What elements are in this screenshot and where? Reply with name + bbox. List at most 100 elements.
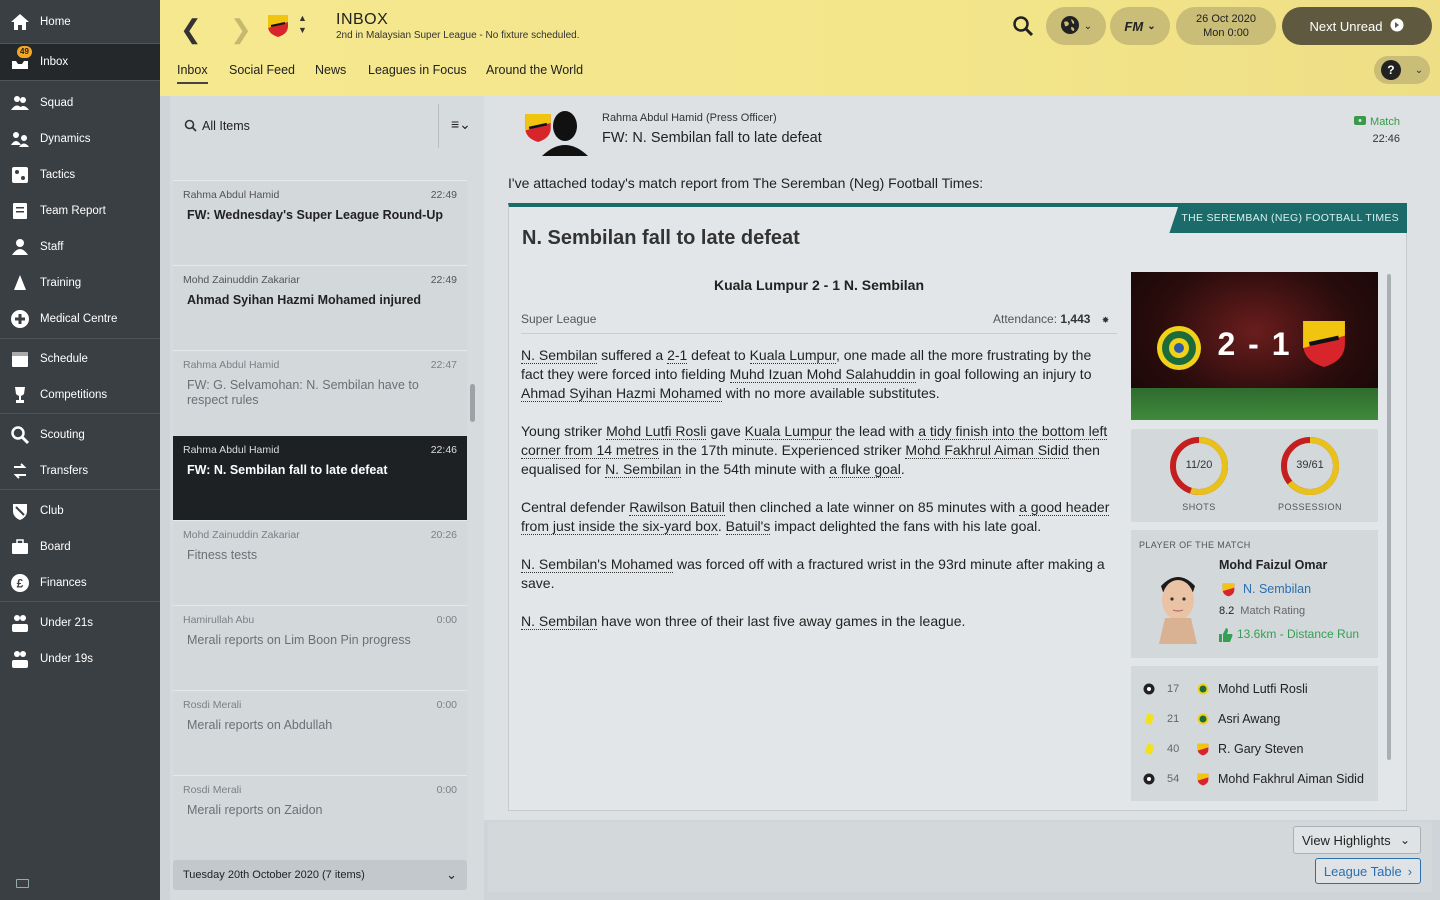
sidebar-item-label: Schedule	[40, 353, 88, 365]
sidebar-item-under-21s[interactable]: Under 21s	[0, 605, 160, 641]
possession-label: POSSESSION	[1277, 502, 1343, 512]
sidebar-item-board[interactable]: Board	[0, 529, 160, 565]
sidebar-item-competitions[interactable]: Competitions	[0, 377, 160, 413]
yellow-card-icon	[1143, 713, 1155, 725]
report-paragraph: N. Sembilan suffered a 2-1 defeat to Kua…	[521, 347, 1092, 402]
message-time: 22:46	[1372, 133, 1400, 145]
list-item[interactable]: Rosdi Merali 0:00 Merali reports on Abdu…	[173, 690, 467, 775]
action-bar: View Highlights ⌄ League Table ›	[488, 822, 1432, 892]
list-options-icon[interactable]: ≡⌄	[451, 116, 471, 133]
transfers-icon	[0, 453, 40, 489]
sidebar-item-staff[interactable]: Staff	[0, 229, 160, 265]
message-time: 22:47	[430, 359, 457, 371]
page-subtitle: 2nd in Malaysian Super League - No fixtu…	[336, 30, 580, 41]
sidebar-item-home[interactable]: Home	[0, 4, 160, 40]
league-table-button[interactable]: League Table ›	[1315, 858, 1421, 884]
negeri-sembilan-crest-icon	[1197, 773, 1209, 786]
possession-value: 39/61	[1296, 459, 1324, 471]
report-headline: N. Sembilan fall to late defeat	[522, 227, 800, 249]
list-item[interactable]: Mohd Zainuddin Zakariar 20:26 Fitness te…	[173, 520, 467, 605]
chevron-down-icon: ⌄	[446, 867, 457, 882]
tab-news[interactable]: News	[315, 63, 346, 77]
sidebar-item-under-19s[interactable]: Under 19s	[0, 641, 160, 677]
message-time: 0:00	[436, 699, 457, 711]
message-detail: Rahma Abdul Hamid (Press Officer) FW: N.…	[484, 96, 1440, 820]
sidebar-collapse-icon[interactable]	[16, 879, 29, 888]
message-time: 20:26	[430, 529, 457, 541]
under21-icon	[0, 605, 40, 641]
sidebar-item-inbox[interactable]: 49 Inbox	[0, 44, 160, 80]
player-of-the-match: PLAYER OF THE MATCH Mohd Faizul Omar N. …	[1131, 530, 1378, 658]
world-menu-button[interactable]: ⌄	[1046, 7, 1106, 45]
message-subject: Merali reports on Abdullah	[187, 718, 333, 732]
fm-menu-button[interactable]: FM ⌄	[1110, 7, 1170, 45]
potm-name[interactable]: Mohd Faizul Omar	[1219, 558, 1327, 572]
sidebar-item-scouting[interactable]: Scouting	[0, 417, 160, 453]
message-time: 22:49	[430, 189, 457, 201]
day-group-header[interactable]: Tuesday 20th October 2020 (7 items) ⌄	[173, 860, 467, 890]
arrow-right-circle-icon	[1390, 18, 1404, 35]
view-highlights-button[interactable]: View Highlights ⌄	[1293, 826, 1421, 854]
report-paragraph: N. Sembilan have won three of their last…	[521, 613, 966, 630]
back-arrow-icon[interactable]: ❮	[180, 14, 202, 45]
event-row[interactable]: 21 Asri Awang	[1131, 704, 1378, 734]
sidebar-item-tactics[interactable]: Tactics	[0, 157, 160, 193]
tab-leagues-in-focus[interactable]: Leagues in Focus	[368, 63, 467, 77]
message-subject: Ahmad Syihan Hazmi Mohamed injured	[187, 293, 422, 307]
event-row[interactable]: 17 Mohd Lutfi Rosli	[1131, 674, 1378, 704]
board-icon	[0, 529, 40, 565]
sidebar-item-label: Competitions	[40, 389, 108, 401]
potm-title: PLAYER OF THE MATCH	[1139, 540, 1251, 550]
sidebar-item-finances[interactable]: £ Finances	[0, 565, 160, 601]
report-scrollbar[interactable]	[1387, 274, 1391, 760]
list-item[interactable]: Rahma Abdul Hamid 22:47 FW: G. Selvamoha…	[173, 350, 467, 435]
sidebar-item-squad[interactable]: Squad	[0, 85, 160, 121]
sidebar-item-team-report[interactable]: Team Report	[0, 193, 160, 229]
list-item[interactable]: Hamirullah Abu 0:00 Merali reports on Li…	[173, 605, 467, 690]
message-sender: Mohd Zainuddin Zakariar	[183, 274, 300, 286]
sidebar-item-label: Training	[40, 277, 82, 289]
medical-icon	[0, 301, 40, 337]
yellow-card-icon	[1143, 743, 1155, 755]
stat-shots: 11/20 SHOTS	[1159, 435, 1239, 512]
filter-all-items[interactable]: All Items	[202, 119, 250, 133]
current-date: 26 Oct 2020	[1196, 13, 1256, 25]
sidebar-item-label: Dynamics	[40, 133, 91, 145]
event-row[interactable]: 54 Mohd Fakhrul Aiman Sidid	[1131, 764, 1378, 794]
list-item[interactable]: Rahma Abdul Hamid 22:49 FW: Wednesday's …	[173, 180, 467, 265]
date-display[interactable]: 26 Oct 2020 Mon 0:00	[1176, 7, 1276, 45]
sidebar-item-medical-centre[interactable]: Medical Centre	[0, 301, 160, 337]
tab-around-the-world[interactable]: Around the World	[486, 63, 583, 77]
event-player: R. Gary Steven	[1218, 742, 1304, 756]
sidebar: Home 49 Inbox Squad Dynamics Tactics Tea…	[0, 0, 160, 900]
forward-arrow-icon[interactable]: ❯	[230, 14, 252, 45]
chevron-right-icon: ›	[1407, 863, 1413, 879]
report-paragraph: N. Sembilan's Mohamed was forced off wit…	[521, 556, 1105, 591]
sidebar-item-label: Home	[40, 16, 71, 28]
sidebar-item-club[interactable]: Club	[0, 493, 160, 529]
tab-social-feed[interactable]: Social Feed	[229, 63, 295, 77]
next-unread-button[interactable]: Next Unread	[1282, 7, 1432, 45]
sidebar-item-schedule[interactable]: Schedule	[0, 341, 160, 377]
event-minute: 40	[1167, 743, 1180, 755]
sidebar-item-training[interactable]: Training	[0, 265, 160, 301]
message-sender: Hamirullah Abu	[183, 614, 255, 626]
list-item[interactable]: Mohd Zainuddin Zakariar 22:49 Ahmad Syih…	[173, 265, 467, 350]
page-title: INBOX	[336, 11, 389, 28]
list-item[interactable]: Rosdi Merali 0:00 Merali reports on Zaid…	[173, 775, 467, 860]
tab-inbox[interactable]: Inbox	[177, 63, 208, 84]
chevron-down-icon: ⌄	[1147, 20, 1156, 32]
help-menu[interactable]: ? ⌄	[1374, 56, 1430, 84]
potm-club-link[interactable]: N. Sembilan	[1243, 582, 1311, 596]
sidebar-item-transfers[interactable]: Transfers	[0, 453, 160, 489]
list-item-selected[interactable]: Rahma Abdul Hamid 22:46 FW: N. Sembilan …	[173, 436, 467, 521]
message-subject: Merali reports on Lim Boon Pin progress	[187, 633, 411, 647]
list-scrollbar[interactable]	[470, 384, 475, 422]
sidebar-item-dynamics[interactable]: Dynamics	[0, 121, 160, 157]
training-icon	[0, 265, 40, 301]
club-switch-icon[interactable]: ▲ ▼	[298, 12, 307, 36]
header: ❮ ❯ ▲ ▼ INBOX 2nd in Malaysian Super Leag…	[160, 0, 1440, 96]
message-subject: Fitness tests	[187, 548, 258, 562]
search-icon[interactable]	[1012, 15, 1034, 40]
event-row[interactable]: 40 R. Gary Steven	[1131, 734, 1378, 764]
